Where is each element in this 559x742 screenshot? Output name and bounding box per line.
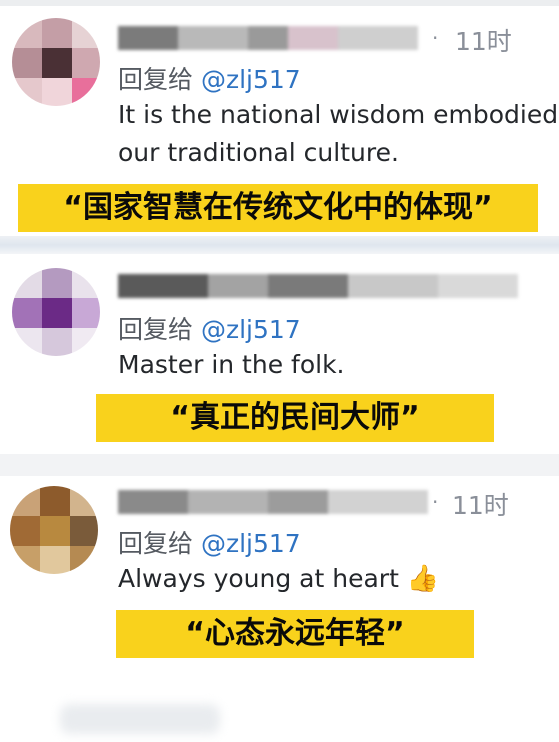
caption-banner: “真正的民间大师” — [96, 394, 494, 442]
next-comment-blurred — [60, 704, 220, 734]
username-blurred[interactable] — [118, 490, 428, 514]
reply-handle-link[interactable]: @zlj517 — [201, 65, 301, 94]
comment-text-row: Always young at heart 👍 — [118, 562, 439, 596]
comment-text-line2: our traditional culture. — [118, 138, 399, 167]
avatar[interactable] — [12, 268, 100, 356]
reply-handle-link[interactable]: @zlj517 — [201, 315, 301, 344]
caption-banner: “国家智慧在传统文化中的体现” — [18, 184, 538, 232]
reply-handle-link[interactable]: @zlj517 — [201, 529, 301, 558]
reply-prefix: 回复给 — [118, 65, 194, 94]
comment-1: · 11时 回复给 @zlj517 It is the national wis… — [0, 6, 559, 236]
more-dots-icon[interactable]: · — [432, 26, 438, 50]
section-divider — [0, 236, 559, 254]
reply-prefix: 回复给 — [118, 315, 194, 344]
comment-3: · 11时 回复给 @zlj517 Always young at heart … — [0, 476, 559, 742]
comment-time: 11时 — [455, 27, 512, 56]
more-dots-icon[interactable]: · — [432, 490, 438, 514]
avatar[interactable] — [10, 486, 98, 574]
section-divider — [0, 454, 559, 476]
reply-to: 回复给 @zlj517 — [118, 60, 301, 96]
thumbs-up-icon: 👍 — [406, 564, 440, 594]
comment-text: Master in the folk. — [118, 350, 345, 379]
caption-banner: “心态永远年轻” — [116, 610, 474, 658]
comment-text: Always young at heart — [118, 564, 399, 593]
username-blurred[interactable] — [118, 26, 418, 50]
comment-time: 11时 — [452, 491, 509, 520]
comment-2: 回复给 @zlj517 Master in the folk. “真正的民间大师… — [0, 254, 559, 454]
reply-to: 回复给 @zlj517 — [118, 310, 301, 346]
reply-to: 回复给 @zlj517 — [118, 524, 301, 560]
reply-prefix: 回复给 — [118, 529, 194, 558]
avatar[interactable] — [12, 18, 100, 106]
username-blurred[interactable] — [118, 274, 518, 298]
comment-text-line1: It is the national wisdom embodied — [118, 100, 559, 129]
